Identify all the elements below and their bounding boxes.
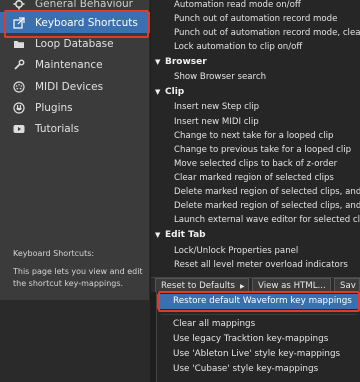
reset-to-defaults-button[interactable]: Reset to Defaults ▶ xyxy=(155,278,249,292)
shortcut-row[interactable]: Delete marked region of selected clips, … xyxy=(151,186,360,199)
plug-icon xyxy=(13,101,25,114)
menu-item-restore-waveform[interactable]: Restore default Waveform key mappings xyxy=(157,294,360,309)
shortcut-row[interactable]: Automation read mode on/off xyxy=(151,0,360,12)
shortcut-row[interactable]: Change to previous take for a looped cli… xyxy=(151,144,360,157)
shortcut-list[interactable]: Automation read mode on/off Punch out of… xyxy=(151,0,360,277)
shortcut-row[interactable]: Insert new Step clip xyxy=(151,101,360,114)
view-as-html-button[interactable]: View as HTML... xyxy=(252,278,331,292)
sidebar-description-body: This page lets you view and edit the sho… xyxy=(13,267,143,288)
category-browser[interactable]: ▼ Browser xyxy=(151,56,360,69)
shortcut-row[interactable]: Show Browser search xyxy=(151,71,360,84)
sidebar-item-label: MIDI Devices xyxy=(35,80,104,93)
sidebar-footer-area xyxy=(0,300,150,382)
sidebar-description: Keyboard Shortcuts: This page lets you v… xyxy=(13,248,143,290)
shortcut-row[interactable]: Move selected clips to back of z-order xyxy=(151,158,360,171)
sidebar-item-label: Keyboard Shortcuts xyxy=(35,16,138,29)
expanded-triangle-icon: ▼ xyxy=(155,231,161,239)
shortcut-row[interactable]: Punch out of automation record mode, cle… xyxy=(151,27,360,40)
settings-sidebar: General Behaviour Keyboard Shortcuts Loo… xyxy=(0,0,150,300)
sidebar-item-midi-devices[interactable]: MIDI Devices xyxy=(0,76,150,97)
sidebar-item-plugins[interactable]: Plugins xyxy=(0,97,150,118)
shortcut-row[interactable]: Delete marked region of selected clips, … xyxy=(151,200,360,213)
menu-item-ableton-style[interactable]: Use 'Ableton Live' style key-mappings xyxy=(157,347,360,362)
sidebar-item-keyboard-shortcuts[interactable]: Keyboard Shortcuts xyxy=(0,12,150,33)
shortcut-row[interactable]: Launch external wave editor for selected… xyxy=(151,214,360,227)
menu-item-clear-all[interactable]: Clear all mappings xyxy=(157,317,360,332)
shortcut-row[interactable]: Lock automation to clip on/off xyxy=(151,41,360,54)
sidebar-item-label: Tutorials xyxy=(35,122,80,135)
sidebar-item-label: Maintenance xyxy=(35,58,103,71)
submenu-arrow-icon: ▶ xyxy=(239,283,245,290)
category-clip[interactable]: ▼ Clip xyxy=(151,86,360,99)
reset-defaults-menu: Restore default Waveform key mappings Cl… xyxy=(156,291,360,382)
sidebar-item-label: Plugins xyxy=(35,101,73,114)
menu-item-cubase-style[interactable]: Use 'Cubase' style key-mappings xyxy=(157,362,360,377)
sidebar-item-loop-database[interactable]: Loop Database xyxy=(0,33,150,54)
save-button[interactable]: Sav xyxy=(334,278,360,292)
gear-icon xyxy=(13,0,25,10)
expanded-triangle-icon: ▼ xyxy=(155,88,161,96)
category-edit-tab[interactable]: ▼ Edit Tab xyxy=(151,229,360,242)
sidebar-description-title: Keyboard Shortcuts: xyxy=(13,249,95,258)
sidebar-item-maintenance[interactable]: Maintenance xyxy=(0,54,150,75)
midi-port-icon xyxy=(13,80,25,93)
shortcut-row[interactable]: Lock/Unlock Properties panel xyxy=(151,245,360,258)
shortcut-row[interactable]: Insert new MIDI clip xyxy=(151,116,360,129)
play-icon xyxy=(13,123,25,135)
expanded-triangle-icon: ▼ xyxy=(155,58,161,66)
menu-divider xyxy=(161,314,357,315)
external-link-icon xyxy=(13,16,25,29)
wrench-icon xyxy=(13,59,25,71)
sidebar-item-label: Loop Database xyxy=(35,37,114,50)
shortcut-row[interactable]: Punch out of automation record mode xyxy=(151,13,360,26)
shortcut-row[interactable]: Reset all level meter overload indicator… xyxy=(151,259,360,272)
folder-icon xyxy=(13,38,25,50)
shortcut-row[interactable]: Clear marked region of selected clips xyxy=(151,172,360,185)
shortcut-button-bar: Reset to Defaults ▶ View as HTML... Sav xyxy=(151,277,360,292)
sidebar-item-tutorials[interactable]: Tutorials xyxy=(0,118,150,139)
shortcut-row[interactable]: Change to next take for a looped clip xyxy=(151,130,360,143)
menu-item-legacy-tracktion[interactable]: Use legacy Tracktion key-mappings xyxy=(157,332,360,347)
sidebar-item-label: General Behaviour xyxy=(35,0,133,10)
